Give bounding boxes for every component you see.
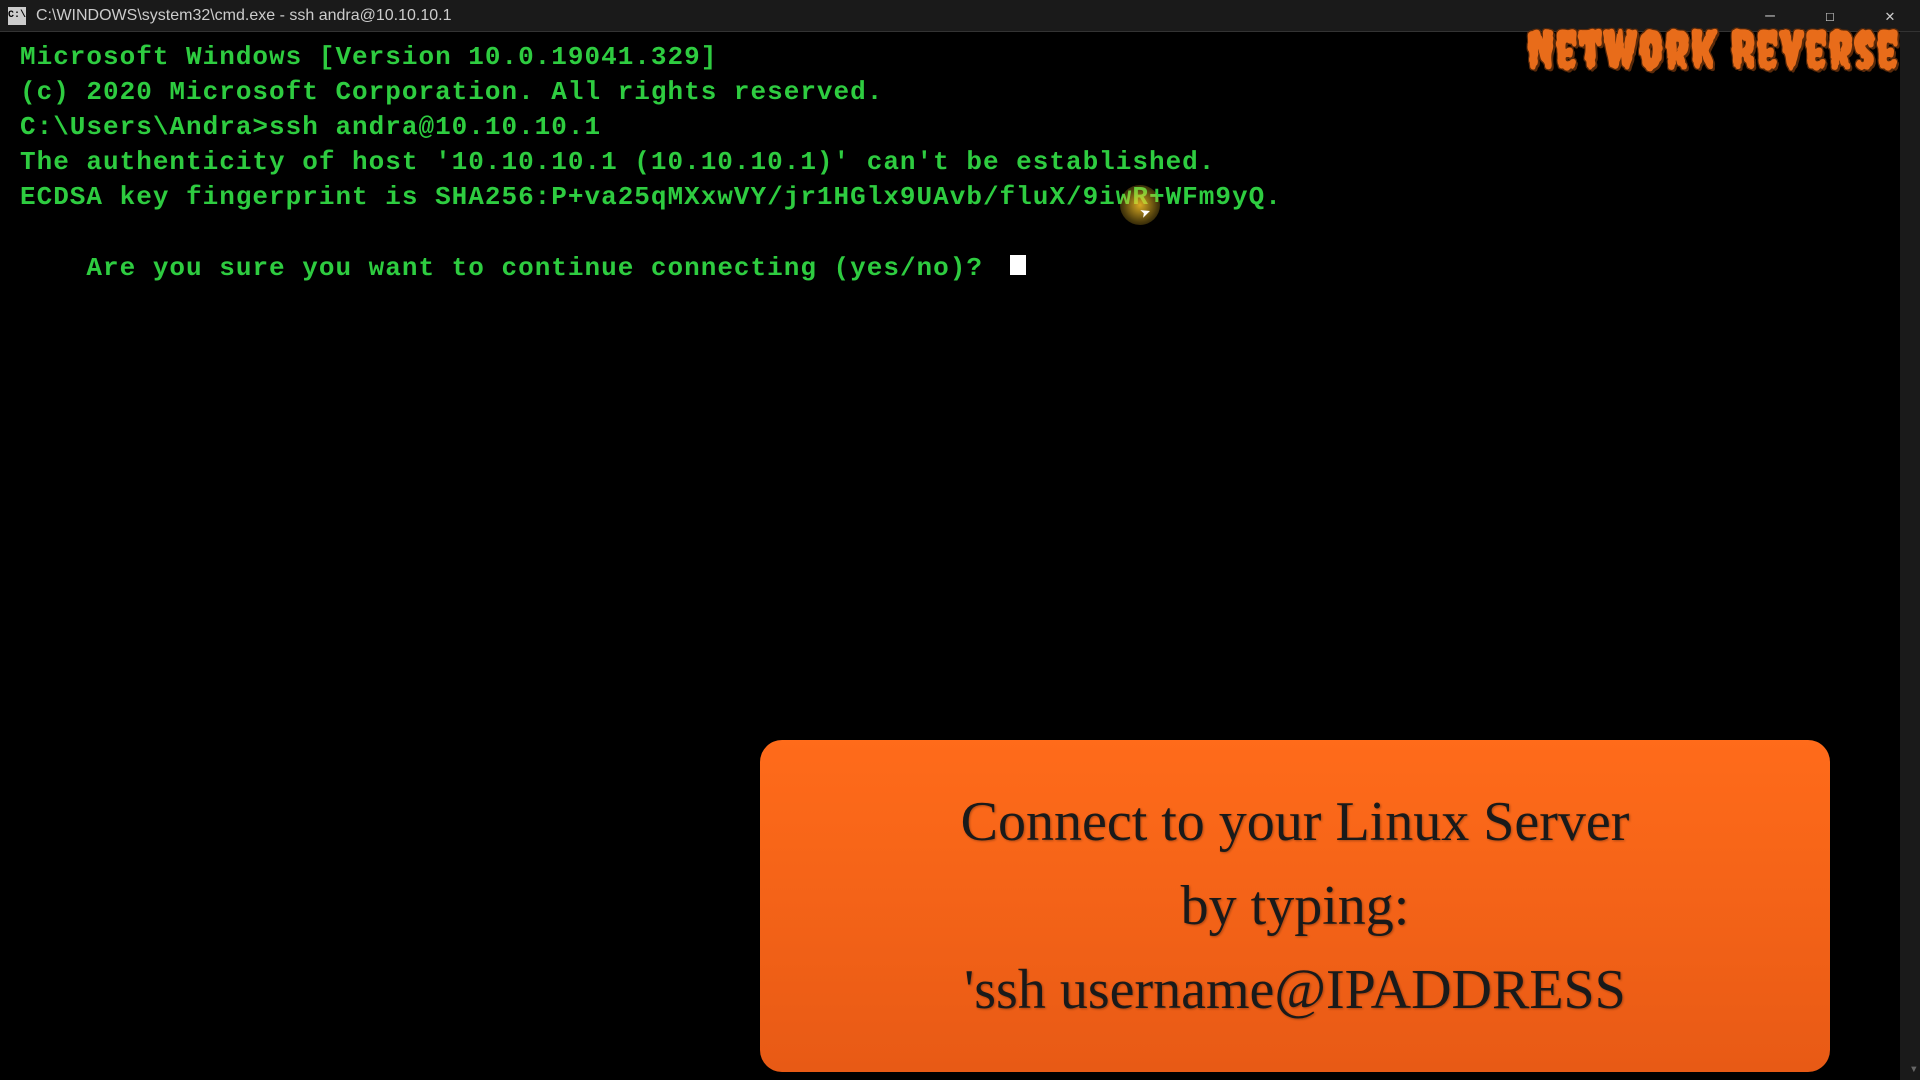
- cmd-icon: C:\: [8, 7, 26, 25]
- tooltip-content: Connect to your Linux Server by typing: …: [810, 780, 1780, 1032]
- terminal-line-copyright: (c) 2020 Microsoft Corporation. All righ…: [20, 75, 1900, 110]
- window-title: C:\WINDOWS\system32\cmd.exe - ssh andra@…: [36, 7, 1740, 25]
- terminal-confirm-line: Are you sure you want to continue connec…: [20, 215, 1900, 320]
- confirm-text: Are you sure you want to continue connec…: [86, 253, 999, 283]
- tooltip-line-1: Connect to your Linux Server: [961, 791, 1630, 853]
- tooltip-line-3: 'ssh username@IPADDRESS: [964, 959, 1626, 1021]
- terminal-prompt-line: C:\Users\Andra>ssh andra@10.10.10.1: [20, 110, 1900, 145]
- scroll-down-icon: ▾: [1910, 1061, 1918, 1078]
- text-cursor: [1010, 255, 1026, 275]
- vertical-scrollbar[interactable]: ▾: [1900, 32, 1920, 1080]
- terminal-ecdsa-line: ECDSA key fingerprint is SHA256:P+va25qM…: [20, 180, 1900, 215]
- watermark-logo: Network Reverse: [1527, 20, 1900, 80]
- tooltip-line-2: by typing:: [1181, 875, 1410, 937]
- instruction-tooltip: Connect to your Linux Server by typing: …: [760, 740, 1830, 1072]
- terminal-auth-line: The authenticity of host '10.10.10.1 (10…: [20, 145, 1900, 180]
